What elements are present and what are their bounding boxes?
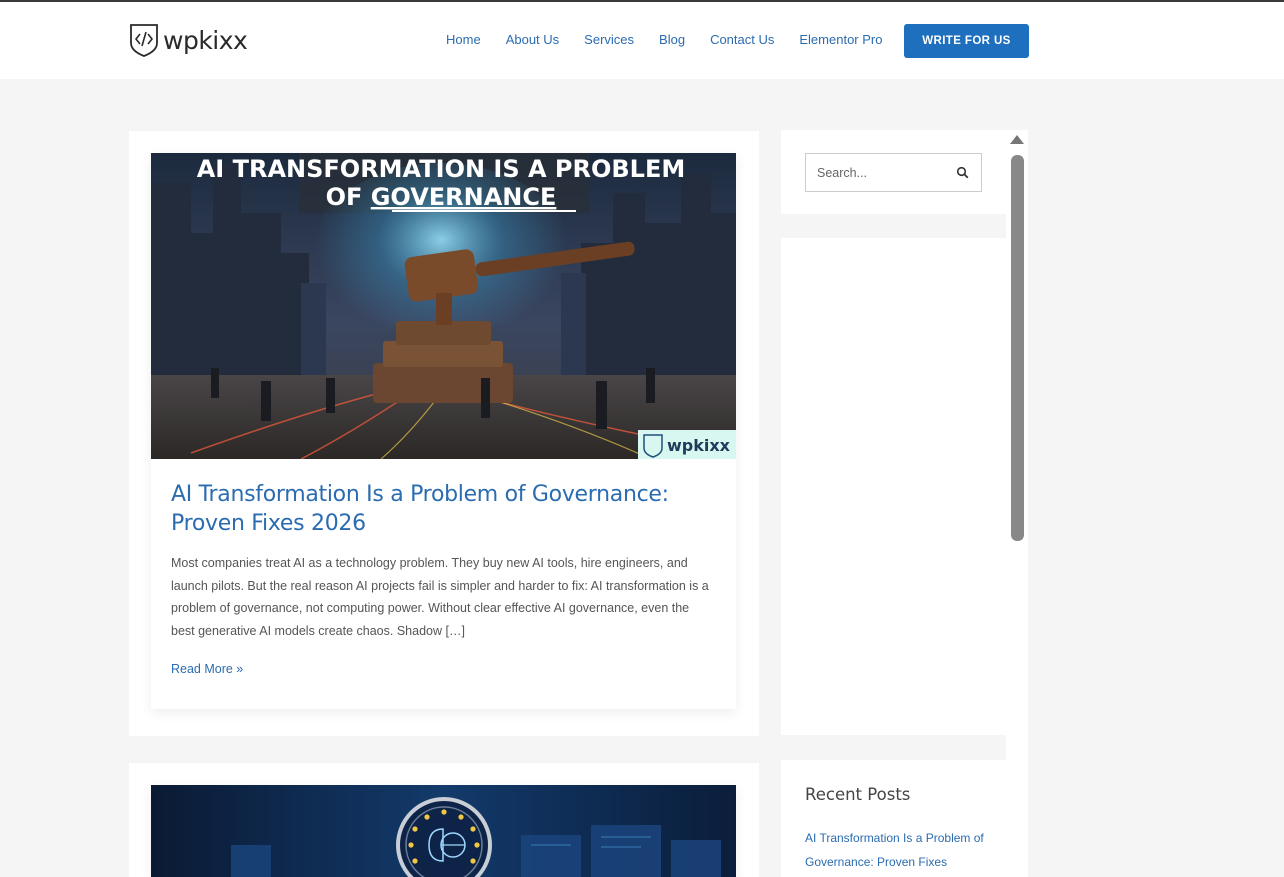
main-nav: Home About Us Services Blog Contact Us E…: [446, 32, 907, 48]
search-widget: [781, 130, 1006, 214]
read-more-link[interactable]: Read More »: [151, 662, 736, 709]
scroll-up-arrow-icon[interactable]: [1010, 135, 1024, 144]
nav-services[interactable]: Services: [584, 32, 634, 48]
nav-elementor[interactable]: Elementor Pro: [799, 32, 882, 48]
logo-text: wpkixx: [163, 25, 248, 55]
write-for-us-button[interactable]: WRITE FOR US: [904, 24, 1029, 58]
featured-image-art: [151, 785, 736, 877]
image-headline-line1: AI TRANSFORMATION IS A PROBLEM: [197, 155, 686, 183]
post-title[interactable]: AI Transformation Is a Problem of Govern…: [151, 480, 736, 538]
featured-image-art: AI TRANSFORMATION IS A PROBLEM OF GOVERN…: [151, 153, 736, 459]
featured-image[interactable]: [151, 785, 736, 877]
site-logo[interactable]: wpkixx: [129, 22, 248, 58]
recent-posts-widget: Recent Posts AI Transformation Is a Prob…: [781, 760, 1006, 877]
search-form: [805, 153, 982, 192]
scrollbar-thumb[interactable]: [1011, 155, 1024, 541]
sidebar-scrollbar[interactable]: [1006, 130, 1028, 877]
nav-home[interactable]: Home: [446, 32, 481, 48]
image-headline-line2: OF GOVERNANCE: [326, 183, 557, 211]
post-inner: [151, 785, 736, 877]
nav-blog[interactable]: Blog: [659, 32, 685, 48]
featured-image[interactable]: AI TRANSFORMATION IS A PROBLEM OF GOVERN…: [151, 153, 736, 459]
recent-posts-title: Recent Posts: [805, 785, 911, 804]
post-inner: AI TRANSFORMATION IS A PROBLEM OF GOVERN…: [151, 153, 736, 709]
empty-widget: [781, 238, 1006, 735]
post-card: [129, 763, 759, 877]
nav-contact[interactable]: Contact Us: [710, 32, 774, 48]
search-icon[interactable]: [956, 166, 970, 180]
recent-post-link[interactable]: AI Transformation Is a Problem of Govern…: [805, 826, 985, 874]
code-shield-icon: [130, 24, 158, 57]
post-excerpt: Most companies treat AI as a technology …: [171, 556, 709, 638]
nav-about[interactable]: About Us: [506, 32, 559, 48]
eu-brain-globe-icon: [396, 797, 492, 877]
image-watermark: wpkixx: [667, 436, 731, 455]
search-input[interactable]: [817, 165, 957, 180]
post-card: AI TRANSFORMATION IS A PROBLEM OF GOVERN…: [129, 131, 759, 736]
site-header: wpkixx Home About Us Services Blog Conta…: [0, 2, 1284, 79]
